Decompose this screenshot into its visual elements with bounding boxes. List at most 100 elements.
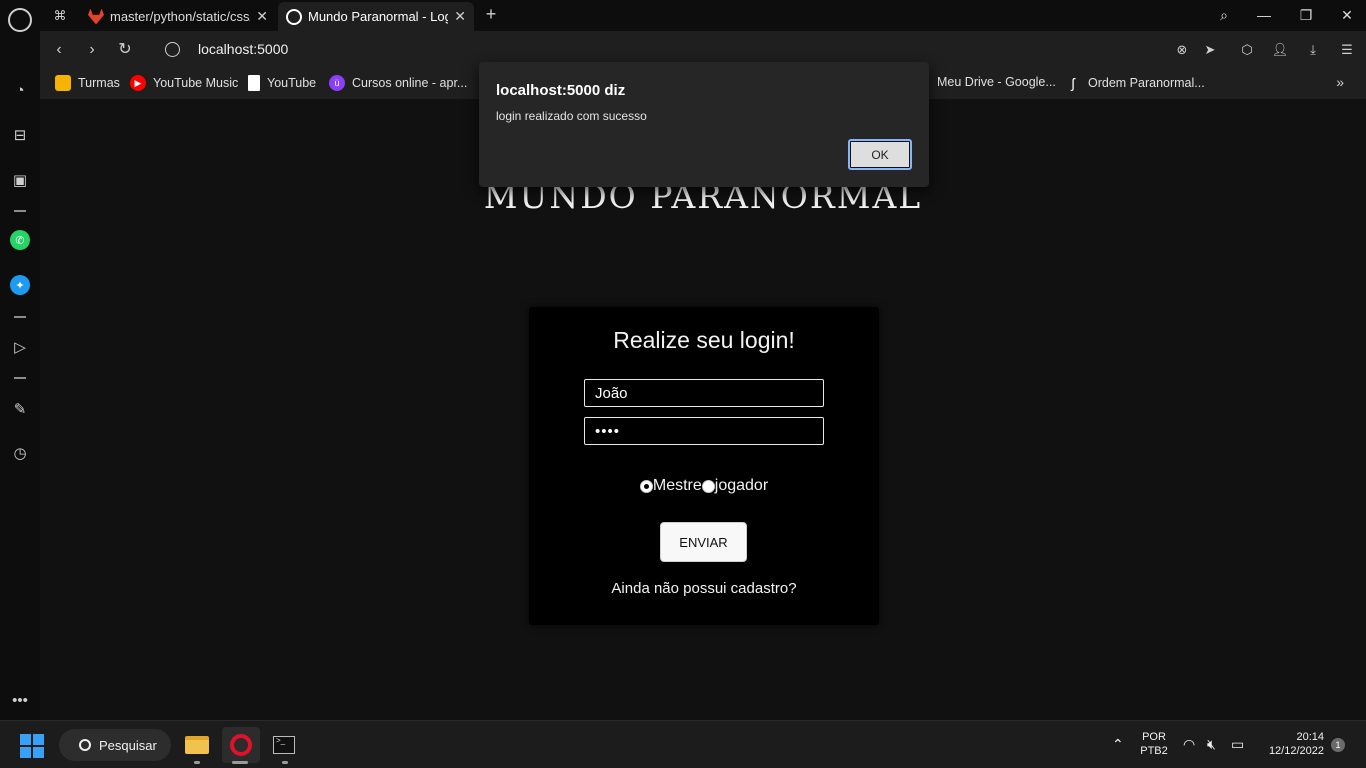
whatsapp-icon[interactable]: ✆ bbox=[10, 230, 30, 250]
profile-icon[interactable]: 👤︎ bbox=[1269, 39, 1291, 61]
taskbar-search-label: Pesquisar bbox=[99, 737, 157, 753]
alert-dialog: localhost:5000 diz login realizado com s… bbox=[479, 62, 929, 187]
terminal-icon: >_ bbox=[273, 736, 295, 754]
adblock-icon[interactable]: ⊗ bbox=[1171, 39, 1193, 61]
tray-overflow-chevron-icon[interactable]: ⌃ bbox=[1112, 736, 1124, 753]
radio-label-jogador: jogador bbox=[714, 477, 769, 494]
bookmark-label: Meu Drive - Google... bbox=[937, 75, 1056, 89]
alert-title: localhost:5000 diz bbox=[496, 82, 626, 99]
close-icon[interactable]: ✕ bbox=[256, 8, 268, 25]
browser-sidebar: ◔ ⊟ ▣ ✆ ✦ ▷ ✎ ◷ ••• bbox=[0, 0, 40, 720]
app-indicator-active bbox=[232, 761, 248, 764]
reload-button[interactable]: ↻ bbox=[114, 39, 136, 61]
alert-ok-button[interactable]: OK bbox=[848, 139, 912, 170]
history-icon[interactable]: ◷ bbox=[8, 441, 32, 465]
opera-app[interactable] bbox=[222, 727, 260, 763]
tab-title: Mundo Paranormal - Login bbox=[308, 9, 449, 24]
bookmark-youtube-music[interactable]: ▶ YouTube Music bbox=[130, 75, 238, 91]
app-indicator bbox=[282, 761, 288, 764]
more-options-icon[interactable]: ••• bbox=[8, 688, 32, 712]
player-icon[interactable]: ▷ bbox=[8, 335, 32, 359]
language-code: POR bbox=[1142, 731, 1166, 743]
bookmark-youtube[interactable]: YouTube bbox=[248, 75, 316, 91]
volume-muted-icon[interactable]: 🔇︎ bbox=[1207, 736, 1216, 753]
bookmark-ordem-paranormal[interactable]: ʃ Ordem Paranormal... bbox=[1065, 75, 1205, 91]
tab-gitlab[interactable]: master/python/static/css/u ✕ bbox=[80, 2, 276, 31]
download-icon[interactable]: ⤓ bbox=[1302, 39, 1324, 61]
twitter-icon[interactable]: ✦ bbox=[10, 275, 30, 295]
bookmark-cursos-online[interactable]: ü Cursos online - apr... bbox=[329, 75, 467, 91]
bookmark-meu-drive[interactable]: Meu Drive - Google... bbox=[937, 75, 1056, 89]
opera-icon bbox=[230, 734, 252, 756]
forward-button[interactable]: › bbox=[81, 39, 103, 61]
send-icon[interactable]: ➤ bbox=[1199, 39, 1221, 61]
youtube-music-icon: ▶ bbox=[130, 75, 146, 91]
speed-dial-icon[interactable]: ◔ bbox=[8, 78, 32, 102]
restore-button[interactable]: ❐ bbox=[1291, 4, 1321, 26]
bookmark-label: Ordem Paranormal... bbox=[1088, 76, 1205, 90]
gx-controls-icon[interactable]: ⌘ bbox=[48, 6, 72, 26]
wifi-icon[interactable]: ◠ bbox=[1183, 736, 1195, 753]
battery-icon[interactable]: ▭ bbox=[1231, 736, 1244, 753]
password-input[interactable] bbox=[584, 417, 824, 445]
ordem-paranormal-icon: ʃ bbox=[1071, 75, 1075, 91]
classroom-icon bbox=[55, 75, 71, 91]
windows-start-icon[interactable] bbox=[20, 734, 44, 758]
twitch-icon[interactable]: ▣ bbox=[8, 168, 32, 192]
submit-button[interactable]: ENVIAR bbox=[660, 522, 747, 562]
search-icon bbox=[79, 739, 91, 751]
clock-time: 20:14 bbox=[1296, 731, 1324, 743]
bookmark-label: YouTube Music bbox=[153, 76, 239, 90]
taskbar: Pesquisar >_ ⌃ POR PTB2 ◠ 🔇︎ ▭ 20:14 12/… bbox=[0, 720, 1366, 768]
radio-label-mestre: Mestre bbox=[652, 477, 702, 494]
close-window-button[interactable]: ✕ bbox=[1332, 4, 1362, 26]
tab-strip: ⌘ master/python/static/css/u ✕ Mundo Par… bbox=[40, 0, 1366, 31]
app-indicator bbox=[194, 761, 200, 764]
clock[interactable]: 20:14 12/12/2022 bbox=[1262, 731, 1324, 768]
page-content: MUNDO PARANORMAL Realize seu login! Mest… bbox=[40, 99, 1366, 720]
sidebar-divider bbox=[14, 377, 26, 379]
workspaces-icon[interactable]: ⊟ bbox=[8, 123, 32, 147]
keyboard-layout: PTB2 bbox=[1140, 745, 1168, 757]
login-heading: Realize seu login! bbox=[613, 327, 795, 353]
sidebar-divider bbox=[14, 316, 26, 318]
language-indicator[interactable]: POR PTB2 bbox=[1138, 731, 1170, 768]
radio-jogador[interactable] bbox=[701, 479, 715, 493]
gitlab-icon bbox=[88, 8, 104, 25]
pinboard-icon[interactable]: ✎ bbox=[8, 397, 32, 421]
tab-mundo-paranormal[interactable]: Mundo Paranormal - Login ✕ bbox=[278, 2, 474, 31]
terminal-app[interactable]: >_ bbox=[265, 727, 303, 763]
close-icon[interactable]: ✕ bbox=[454, 8, 466, 25]
alert-message: login realizado com sucesso bbox=[496, 109, 647, 123]
search-tabs-icon[interactable]: ⌕ bbox=[1209, 4, 1239, 26]
sidebar-divider bbox=[14, 210, 26, 212]
more-bookmarks-icon[interactable]: » bbox=[1336, 74, 1344, 90]
radio-mestre[interactable] bbox=[639, 479, 653, 493]
bookmark-label: YouTube bbox=[267, 76, 317, 90]
cursos-icon: ü bbox=[329, 75, 345, 91]
new-tab-button[interactable]: + bbox=[480, 3, 502, 25]
bookmark-turmas[interactable]: Turmas bbox=[55, 75, 120, 91]
username-input[interactable] bbox=[584, 379, 824, 407]
easy-setup-icon[interactable]: ☰ bbox=[1336, 39, 1358, 61]
notification-badge[interactable]: 1 bbox=[1331, 738, 1345, 752]
clock-date: 12/12/2022 bbox=[1268, 745, 1324, 757]
taskbar-search[interactable]: Pesquisar bbox=[59, 729, 171, 761]
tab-title: master/python/static/css/u bbox=[110, 9, 251, 24]
back-button[interactable]: ‹ bbox=[48, 39, 70, 61]
globe-icon bbox=[286, 8, 302, 25]
site-info-icon[interactable] bbox=[165, 42, 180, 57]
bookmark-label: Cursos online - apr... bbox=[352, 76, 468, 90]
register-link[interactable]: Ainda não possui cadastro? bbox=[529, 580, 879, 597]
extensions-icon[interactable]: ⬡ bbox=[1236, 39, 1258, 61]
login-form: Realize seu login! Mestre jogador ENVIAR… bbox=[529, 307, 879, 625]
bookmark-label: Turmas bbox=[78, 76, 120, 90]
file-explorer-app[interactable] bbox=[178, 727, 216, 763]
folder-icon bbox=[185, 736, 209, 754]
screen: ◔ ⊟ ▣ ✆ ✦ ▷ ✎ ◷ ••• ⌘ master/python/stat… bbox=[0, 0, 1366, 768]
page-icon bbox=[248, 75, 260, 91]
role-selector: Mestre jogador bbox=[529, 477, 879, 495]
url-field[interactable]: localhost:5000 bbox=[198, 41, 288, 57]
minimize-button[interactable]: — bbox=[1249, 4, 1279, 26]
opera-logo-icon[interactable] bbox=[8, 8, 32, 32]
